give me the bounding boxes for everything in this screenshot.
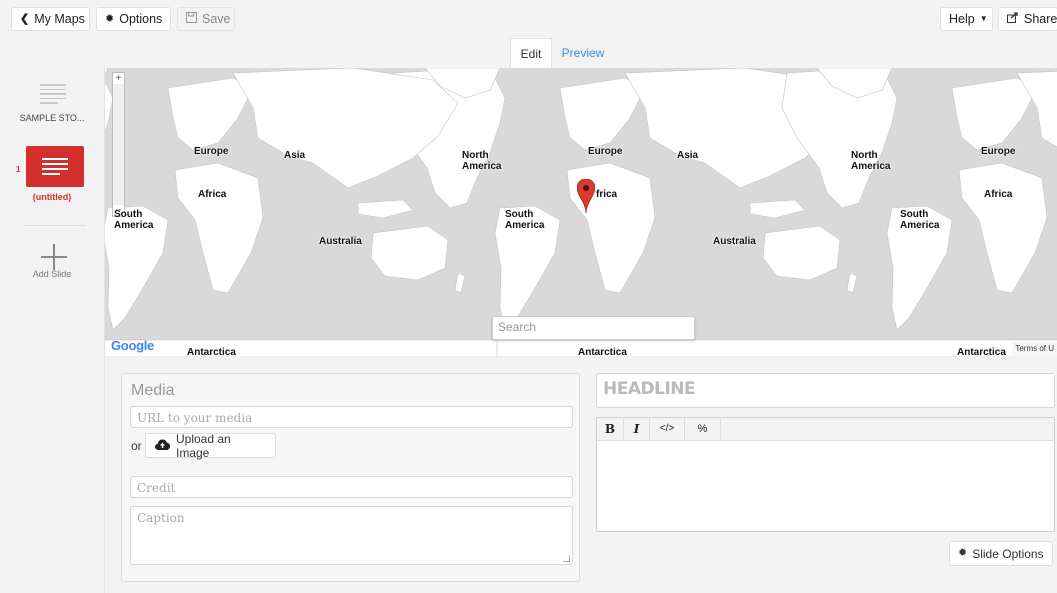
tab-edit[interactable]: Edit — [510, 38, 552, 68]
slide-options-button[interactable]: ✹ Slide Options — [949, 541, 1053, 566]
label-asia-2: Asia — [677, 150, 699, 161]
google-logo: Google — [111, 338, 154, 353]
map-search-input[interactable]: Search — [492, 316, 695, 340]
map-canvas[interactable]: + − South America Europe Asia Africa Aust… — [105, 68, 1057, 357]
label-north-america-2: North America — [851, 150, 891, 172]
link-button[interactable]: % — [685, 418, 721, 440]
help-button[interactable]: Help ▼ — [940, 7, 993, 31]
label-antarctica-2: Antarctica — [578, 347, 627, 357]
slide-label: (untitled) — [32, 192, 72, 202]
media-panel: Media URL to your media or Upload an Ima… — [121, 373, 580, 582]
label-antarctica-1: Antarctica — [187, 347, 236, 357]
map-search-placeholder: Search — [498, 320, 537, 334]
tab-preview-label: Preview — [561, 46, 605, 60]
floppy-disk-icon — [186, 12, 197, 26]
save-label: Save — [202, 12, 231, 26]
save-button[interactable]: Save — [177, 7, 235, 31]
share-icon — [1007, 12, 1019, 26]
media-heading: Media — [131, 382, 175, 399]
bold-button[interactable]: B — [597, 418, 624, 440]
slide-number: 1 — [16, 165, 21, 174]
label-south-america-left: South America — [114, 209, 154, 231]
upload-image-label: Upload an Image — [176, 431, 231, 460]
terms-of-use-link[interactable]: Terms of U — [1012, 342, 1057, 356]
label-south-america-1: South America — [505, 209, 545, 231]
label-europe-3: Europe — [981, 146, 1016, 157]
editor-toolbar: B I </> % — [597, 418, 1054, 441]
label-asia-1: Asia — [284, 150, 306, 161]
storymap-editor: ❮ My Maps ✹ Options Save Help ▼ Share Ed… — [0, 0, 1057, 593]
media-url-placeholder: URL to your media — [137, 411, 253, 425]
media-url-input[interactable]: URL to your media — [130, 406, 573, 428]
tab-edit-label: Edit — [520, 46, 542, 61]
or-label: or — [131, 439, 142, 453]
my-maps-label: My Maps — [34, 12, 85, 26]
map-marker-icon[interactable] — [576, 178, 596, 214]
options-button[interactable]: ✹ Options — [96, 7, 171, 31]
share-button[interactable]: Share — [998, 7, 1057, 31]
caret-down-icon: ▼ — [979, 14, 988, 23]
resize-handle-icon[interactable] — [563, 555, 570, 562]
label-south-america-2: South America — [900, 209, 940, 231]
credit-placeholder: Credit — [137, 481, 176, 495]
label-europe-2: Europe — [588, 146, 623, 157]
headline-placeholder: HEADLINE — [603, 379, 696, 399]
caption-textarea[interactable]: Caption — [130, 506, 573, 565]
add-slide-button[interactable]: Add Slide — [0, 236, 104, 286]
label-north-america-1: North America — [462, 150, 502, 172]
editor-body[interactable] — [597, 441, 1054, 531]
link-icon: % — [697, 423, 708, 435]
italic-button[interactable]: I — [624, 418, 650, 440]
share-label: Share — [1024, 12, 1057, 26]
title-slide-label: SAMPLE STO... — [19, 113, 85, 123]
label-africa-1: Africa — [198, 189, 227, 200]
label-australia-2: Australia — [713, 236, 756, 247]
cloud-upload-icon — [155, 439, 170, 453]
my-maps-button[interactable]: ❮ My Maps — [11, 7, 90, 31]
add-slide-label: Add Slide — [32, 269, 72, 279]
gear-icon: ✹ — [958, 547, 968, 559]
slide-thumbnail-1[interactable]: 1 (untitled) — [0, 140, 104, 206]
headline-input[interactable]: HEADLINE — [596, 373, 1055, 408]
text-lines-icon — [42, 158, 68, 175]
help-label: Help — [949, 12, 975, 26]
text-lines-icon — [40, 84, 66, 104]
options-label: Options — [119, 12, 163, 26]
rich-text-editor: B I </> % — [596, 417, 1055, 532]
label-africa-3: Africa — [984, 189, 1013, 200]
slide-separator — [24, 225, 86, 226]
slide-options-label: Slide Options — [972, 546, 1044, 561]
zoom-in-button[interactable]: + — [113, 73, 124, 84]
code-button[interactable]: </> — [650, 418, 685, 440]
label-antarctica-3: Antarctica — [957, 347, 1006, 357]
chevron-left-icon: ❮ — [20, 12, 30, 25]
slide-sidebar: SAMPLE STO... 1 (untitled) Add Slide — [0, 68, 104, 593]
gear-icon: ✹ — [105, 12, 115, 25]
label-africa-2: frica — [596, 189, 618, 200]
credit-input[interactable]: Credit — [130, 476, 573, 498]
label-europe-1: Europe — [194, 146, 229, 157]
plus-icon — [41, 244, 67, 270]
zoom-control: + − — [112, 72, 125, 217]
slide-thumbnail-box — [26, 146, 84, 187]
tab-preview[interactable]: Preview — [557, 38, 609, 68]
caption-placeholder: Caption — [137, 511, 185, 525]
upload-image-button[interactable]: Upload an Image — [145, 431, 276, 460]
label-australia-1: Australia — [319, 236, 362, 247]
title-slide-thumbnail[interactable]: SAMPLE STO... — [0, 68, 104, 134]
